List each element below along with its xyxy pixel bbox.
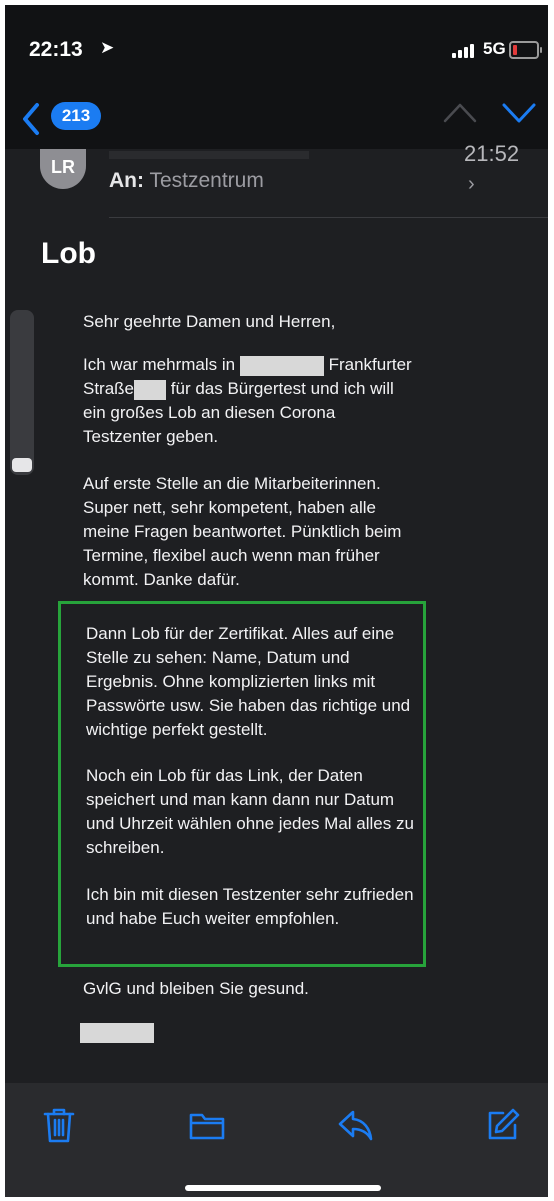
email-paragraph: Noch ein Lob für das Link, der Daten spe… (86, 766, 414, 857)
chevron-right-icon[interactable]: › (468, 173, 475, 196)
redacted-house-number (134, 379, 167, 400)
home-indicator[interactable] (185, 1185, 381, 1191)
message-time: 21:52 (464, 141, 520, 166)
folder-icon[interactable] (187, 1105, 227, 1145)
recipient-value: Testzentrum (149, 169, 264, 192)
email-closing: GvlG und bleiben Sie gesund. (83, 979, 309, 998)
phone-screen: 22:13 ➤ 5G 213 LR 21:52 An: Testzentrum … (5, 5, 548, 1197)
recipient-row: An: Testzentrum (109, 169, 264, 193)
redacted-signature (80, 1023, 154, 1043)
sender-name-redacted (109, 151, 309, 159)
paragraph-text: Ich war mehrmals in (83, 355, 236, 374)
reply-icon[interactable] (335, 1105, 375, 1145)
trash-icon[interactable] (39, 1105, 79, 1145)
unread-count-badge[interactable]: 213 (51, 102, 101, 130)
chevron-down-icon[interactable] (501, 97, 537, 127)
email-paragraph: Ich bin mit diesen Testzenter sehr zufri… (86, 885, 414, 928)
chevron-up-icon[interactable] (442, 97, 478, 127)
location-arrow-icon: ➤ (100, 38, 115, 57)
email-paragraph: Auf erste Stelle an die Mitarbeiterinnen… (83, 474, 402, 589)
email-paragraph: Dann Lob für der Zertifikat. Alles auf e… (86, 624, 411, 739)
status-time: 22:13 (29, 38, 83, 61)
sender-avatar: LR (40, 149, 86, 189)
chevron-left-icon[interactable] (17, 99, 47, 139)
highlight-box: Dann Lob für der Zertifikat. Alles auf e… (58, 601, 426, 967)
signal-strength-icon (452, 42, 480, 58)
status-bar: 22:13 ➤ 5G (5, 5, 548, 95)
message-header[interactable]: LR 21:52 An: Testzentrum › (5, 141, 548, 219)
email-greeting: Sehr geehrte Damen und Herren, (83, 312, 336, 331)
recipient-label: An: (109, 169, 144, 192)
scrollbar[interactable] (10, 310, 34, 475)
redacted-location (239, 355, 324, 376)
header-divider (109, 217, 548, 218)
bottom-toolbar (5, 1083, 548, 1197)
email-subject: Lob (41, 237, 96, 270)
compose-icon[interactable] (483, 1105, 523, 1145)
network-type: 5G (483, 39, 506, 58)
battery-icon (509, 41, 542, 59)
scrollbar-thumb[interactable] (12, 458, 32, 472)
email-paragraph: Ich war mehrmals in Frankfurter Straße f… (83, 353, 413, 449)
